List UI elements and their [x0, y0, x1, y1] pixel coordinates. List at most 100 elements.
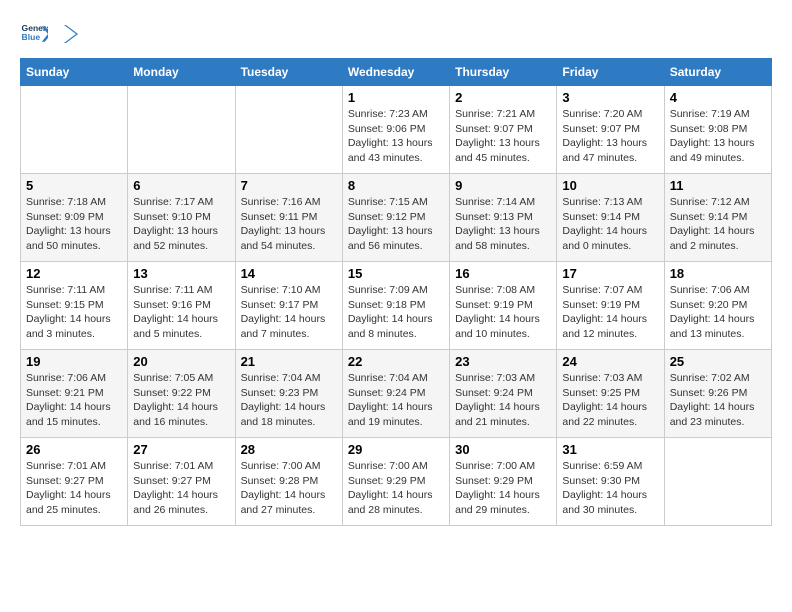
calendar-cell: 15 Sunrise: 7:09 AMSunset: 9:18 PMDayligh…: [342, 262, 449, 350]
day-number: 31: [562, 442, 658, 457]
day-number: 28: [241, 442, 337, 457]
day-info: Sunrise: 7:16 AMSunset: 9:11 PMDaylight:…: [241, 195, 337, 254]
day-info: Sunrise: 7:10 AMSunset: 9:17 PMDaylight:…: [241, 283, 337, 342]
day-number: 7: [241, 178, 337, 193]
calendar-cell: 23 Sunrise: 7:03 AMSunset: 9:24 PMDayligh…: [450, 350, 557, 438]
calendar-cell: 4Sunrise: 7:19 AMSunset: 9:08 PMDaylight…: [664, 86, 771, 174]
calendar-cell: 18 Sunrise: 7:06 AMSunset: 9:20 PMDayligh…: [664, 262, 771, 350]
calendar-cell: 16 Sunrise: 7:08 AMSunset: 9:19 PMDayligh…: [450, 262, 557, 350]
calendar-week-3: 12Sunrise: 7:11 AMSunset: 9:15 PMDayligh…: [21, 262, 772, 350]
day-number: 30: [455, 442, 551, 457]
day-info: Sunrise: 7:03 AMSunset: 9:24 PMDaylight:…: [455, 371, 551, 430]
day-number: 20: [133, 354, 229, 369]
day-number: 19: [26, 354, 122, 369]
calendar-cell: 29Sunrise: 7:00 AMSunset: 9:29 PMDayligh…: [342, 438, 449, 526]
day-info: Sunrise: 7:15 AMSunset: 9:12 PMDaylight:…: [348, 195, 444, 254]
day-number: 21: [241, 354, 337, 369]
day-number: 16: [455, 266, 551, 281]
calendar-cell: 26Sunrise: 7:01 AMSunset: 9:27 PMDayligh…: [21, 438, 128, 526]
day-number: 12: [26, 266, 122, 281]
day-number: 1: [348, 90, 444, 105]
weekday-header-monday: Monday: [128, 59, 235, 86]
day-info: Sunrise: 7:11 AMSunset: 9:16 PMDaylight:…: [133, 283, 229, 342]
calendar-cell: 22 Sunrise: 7:04 AMSunset: 9:24 PMDayligh…: [342, 350, 449, 438]
calendar-cell: 7 Sunrise: 7:16 AMSunset: 9:11 PMDaylight…: [235, 174, 342, 262]
day-info: Sunrise: 7:07 AMSunset: 9:19 PMDaylight:…: [562, 283, 658, 342]
day-number: 14: [241, 266, 337, 281]
weekday-header-wednesday: Wednesday: [342, 59, 449, 86]
day-number: 11: [670, 178, 766, 193]
day-number: 6: [133, 178, 229, 193]
weekday-header-friday: Friday: [557, 59, 664, 86]
day-info: Sunrise: 7:19 AMSunset: 9:08 PMDaylight:…: [670, 107, 766, 166]
calendar-week-5: 26Sunrise: 7:01 AMSunset: 9:27 PMDayligh…: [21, 438, 772, 526]
calendar-cell: 13 Sunrise: 7:11 AMSunset: 9:16 PMDayligh…: [128, 262, 235, 350]
day-number: 25: [670, 354, 766, 369]
svg-text:Blue: Blue: [22, 32, 41, 42]
day-info: Sunrise: 7:09 AMSunset: 9:18 PMDaylight:…: [348, 283, 444, 342]
calendar-cell: 1 Sunrise: 7:23 AMSunset: 9:06 PMDaylight…: [342, 86, 449, 174]
day-info: Sunrise: 6:59 AMSunset: 9:30 PMDaylight:…: [562, 459, 658, 518]
calendar-cell: [664, 438, 771, 526]
calendar-cell: 3Sunrise: 7:20 AMSunset: 9:07 PMDaylight…: [557, 86, 664, 174]
calendar-header: SundayMondayTuesdayWednesdayThursdayFrid…: [21, 59, 772, 86]
calendar-cell: 20 Sunrise: 7:05 AMSunset: 9:22 PMDayligh…: [128, 350, 235, 438]
day-info: Sunrise: 7:00 AMSunset: 9:29 PMDaylight:…: [455, 459, 551, 518]
day-info: Sunrise: 7:18 AMSunset: 9:09 PMDaylight:…: [26, 195, 122, 254]
day-number: 22: [348, 354, 444, 369]
header-row: SundayMondayTuesdayWednesdayThursdayFrid…: [21, 59, 772, 86]
calendar-cell: 24Sunrise: 7:03 AMSunset: 9:25 PMDayligh…: [557, 350, 664, 438]
calendar-cell: 21 Sunrise: 7:04 AMSunset: 9:23 PMDayligh…: [235, 350, 342, 438]
day-info: Sunrise: 7:12 AMSunset: 9:14 PMDaylight:…: [670, 195, 766, 254]
day-number: 27: [133, 442, 229, 457]
day-info: Sunrise: 7:01 AMSunset: 9:27 PMDaylight:…: [133, 459, 229, 518]
day-info: Sunrise: 7:23 AMSunset: 9:06 PMDaylight:…: [348, 107, 444, 166]
day-number: 8: [348, 178, 444, 193]
day-number: 23: [455, 354, 551, 369]
day-number: 10: [562, 178, 658, 193]
calendar-body: 1 Sunrise: 7:23 AMSunset: 9:06 PMDaylight…: [21, 86, 772, 526]
day-info: Sunrise: 7:06 AMSunset: 9:20 PMDaylight:…: [670, 283, 766, 342]
weekday-header-thursday: Thursday: [450, 59, 557, 86]
weekday-header-sunday: Sunday: [21, 59, 128, 86]
calendar-cell: 27 Sunrise: 7:01 AMSunset: 9:27 PMDayligh…: [128, 438, 235, 526]
page-header: General Blue: [20, 20, 772, 48]
weekday-header-saturday: Saturday: [664, 59, 771, 86]
day-info: Sunrise: 7:03 AMSunset: 9:25 PMDaylight:…: [562, 371, 658, 430]
calendar-cell: [235, 86, 342, 174]
day-info: Sunrise: 7:02 AMSunset: 9:26 PMDaylight:…: [670, 371, 766, 430]
day-number: 13: [133, 266, 229, 281]
weekday-header-tuesday: Tuesday: [235, 59, 342, 86]
day-number: 5: [26, 178, 122, 193]
calendar-cell: 11 Sunrise: 7:12 AMSunset: 9:14 PMDayligh…: [664, 174, 771, 262]
calendar-cell: 10 Sunrise: 7:13 AMSunset: 9:14 PMDayligh…: [557, 174, 664, 262]
calendar-week-1: 1 Sunrise: 7:23 AMSunset: 9:06 PMDaylight…: [21, 86, 772, 174]
calendar-cell: 28 Sunrise: 7:00 AMSunset: 9:28 PMDayligh…: [235, 438, 342, 526]
day-info: Sunrise: 7:00 AMSunset: 9:28 PMDaylight:…: [241, 459, 337, 518]
day-number: 15: [348, 266, 444, 281]
day-number: 2: [455, 90, 551, 105]
day-info: Sunrise: 7:13 AMSunset: 9:14 PMDaylight:…: [562, 195, 658, 254]
logo: General Blue: [20, 20, 78, 48]
calendar-cell: 12Sunrise: 7:11 AMSunset: 9:15 PMDayligh…: [21, 262, 128, 350]
day-number: 3: [562, 90, 658, 105]
day-number: 29: [348, 442, 444, 457]
calendar-week-4: 19Sunrise: 7:06 AMSunset: 9:21 PMDayligh…: [21, 350, 772, 438]
calendar-cell: 19Sunrise: 7:06 AMSunset: 9:21 PMDayligh…: [21, 350, 128, 438]
day-info: Sunrise: 7:05 AMSunset: 9:22 PMDaylight:…: [133, 371, 229, 430]
day-number: 17: [562, 266, 658, 281]
calendar-cell: 14 Sunrise: 7:10 AMSunset: 9:17 PMDayligh…: [235, 262, 342, 350]
day-info: Sunrise: 7:17 AMSunset: 9:10 PMDaylight:…: [133, 195, 229, 254]
calendar-cell: 8 Sunrise: 7:15 AMSunset: 9:12 PMDaylight…: [342, 174, 449, 262]
day-info: Sunrise: 7:08 AMSunset: 9:19 PMDaylight:…: [455, 283, 551, 342]
day-number: 18: [670, 266, 766, 281]
day-info: Sunrise: 7:04 AMSunset: 9:23 PMDaylight:…: [241, 371, 337, 430]
calendar-cell: [21, 86, 128, 174]
day-info: Sunrise: 7:21 AMSunset: 9:07 PMDaylight:…: [455, 107, 551, 166]
calendar-cell: 25 Sunrise: 7:02 AMSunset: 9:26 PMDayligh…: [664, 350, 771, 438]
calendar-cell: 9Sunrise: 7:14 AMSunset: 9:13 PMDaylight…: [450, 174, 557, 262]
calendar-cell: 17 Sunrise: 7:07 AMSunset: 9:19 PMDayligh…: [557, 262, 664, 350]
calendar-cell: 31 Sunrise: 6:59 AMSunset: 9:30 PMDayligh…: [557, 438, 664, 526]
logo-icon: General Blue: [20, 20, 48, 48]
day-info: Sunrise: 7:04 AMSunset: 9:24 PMDaylight:…: [348, 371, 444, 430]
